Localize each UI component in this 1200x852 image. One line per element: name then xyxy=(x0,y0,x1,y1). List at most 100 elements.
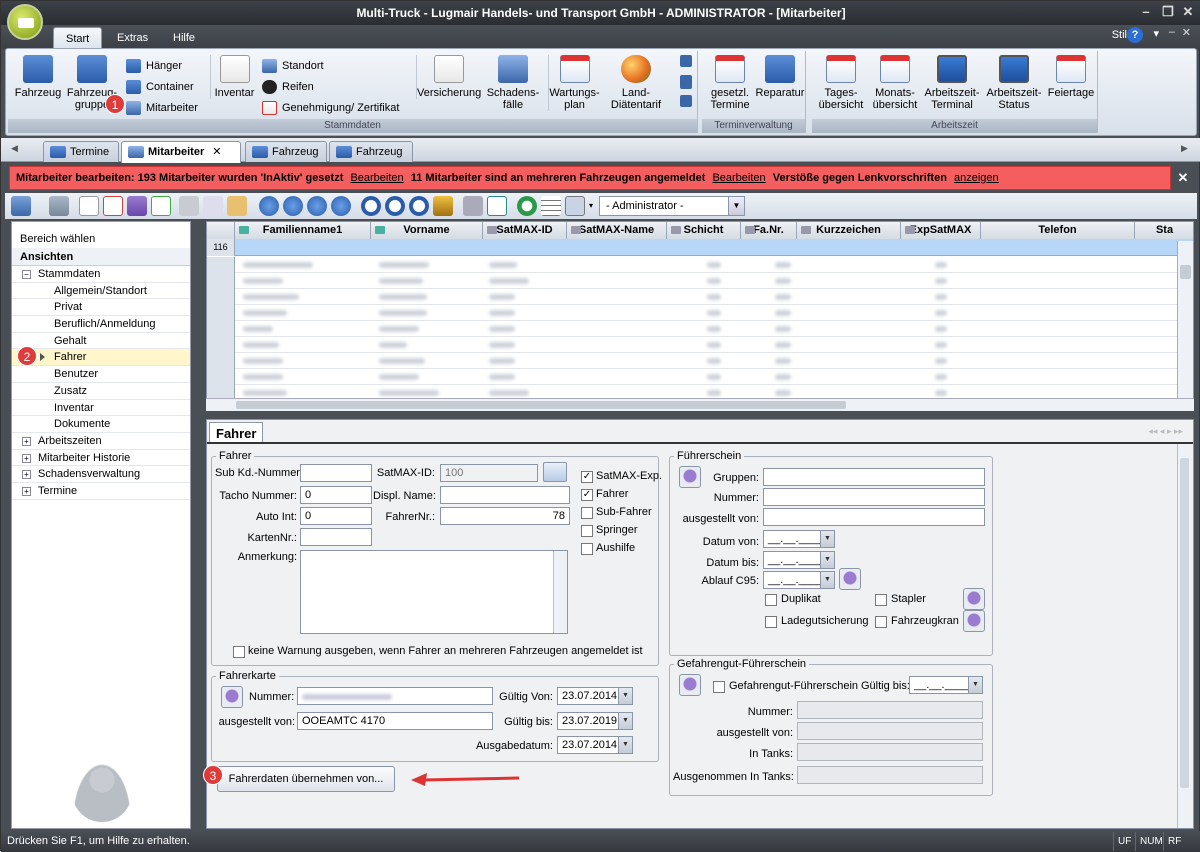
table-row[interactable] xyxy=(207,289,1193,305)
zoom-in-icon[interactable] xyxy=(361,196,381,216)
filter-icon[interactable] xyxy=(433,196,453,216)
help-icon[interactable]: ? xyxy=(1127,27,1143,43)
ausgabedatum-field[interactable]: 23.07.2014 ▼ xyxy=(557,736,633,754)
karte-nummer-field[interactable] xyxy=(297,687,493,705)
col-schicht[interactable]: Schicht xyxy=(667,222,741,239)
tacho-nummer-field[interactable]: 0 xyxy=(300,486,372,504)
table-row[interactable] xyxy=(207,305,1193,321)
chevron-down-icon[interactable]: ▼ xyxy=(820,572,834,588)
tagesuebersicht-button[interactable]: Tages-übersicht xyxy=(816,55,866,111)
zoom-out-icon[interactable] xyxy=(385,196,405,216)
grid-vertical-scrollbar[interactable] xyxy=(1177,241,1193,399)
filter-row[interactable]: 116 xyxy=(207,239,1193,256)
sub-fahrer-checkbox[interactable] xyxy=(581,507,593,519)
doctab-fahrzeug-1[interactable]: Fahrzeug xyxy=(245,141,327,162)
mitarbeiter-button[interactable]: Mitarbeiter xyxy=(126,99,198,117)
search-icon[interactable] xyxy=(409,196,429,216)
arbeitszeit-terminal-button[interactable]: Arbeitszeit-Terminal xyxy=(922,55,982,111)
mobile-icon[interactable] xyxy=(680,75,692,89)
tree-zusatz[interactable]: Zusatz xyxy=(12,383,190,400)
fahrerdaten-uebernehmen-button[interactable]: Fahrerdaten übernehmen von... xyxy=(217,766,395,792)
gefahrengut-gueltig-bis-field[interactable]: __.__.____ ▼ xyxy=(909,676,983,694)
grid-horizontal-scrollbar[interactable] xyxy=(206,398,1194,411)
tree-mitarbeiter-historie[interactable]: + Mitarbeiter Historie xyxy=(12,450,190,467)
tree-dokumente[interactable]: Dokumente xyxy=(12,416,190,433)
doctab-termine[interactable]: Termine xyxy=(43,141,119,162)
col-telefon[interactable]: Telefon xyxy=(981,222,1135,239)
tabs-scroll-left-icon[interactable]: ◀ xyxy=(11,143,18,154)
layout-dropdown-icon[interactable]: ▾ xyxy=(589,201,593,210)
anmerkung-textarea[interactable] xyxy=(300,550,568,634)
table-row[interactable] xyxy=(207,337,1193,353)
edit-satmax-icon[interactable] xyxy=(543,462,567,482)
arbeitszeit-status-button[interactable]: Arbeitszeit-Status xyxy=(984,55,1044,111)
wartungsplan-button[interactable]: Wartungs-plan xyxy=(548,55,600,111)
c95-schedule-icon[interactable] xyxy=(839,568,861,590)
help-dropdown-icon[interactable]: ▾ xyxy=(1153,27,1159,40)
tree-inventar[interactable]: Inventar xyxy=(12,400,190,417)
expand-icon[interactable]: + xyxy=(22,486,31,496)
style-menu[interactable]: Stil xyxy=(1112,29,1127,41)
inventar-button[interactable]: Inventar xyxy=(210,55,256,99)
doctab-fahrzeug-2[interactable]: Fahrzeug xyxy=(329,141,413,162)
container-button[interactable]: Container xyxy=(126,78,194,96)
copy-icon[interactable] xyxy=(203,196,223,216)
springer-checkbox[interactable] xyxy=(581,525,593,537)
fahrzeugkran-checkbox[interactable] xyxy=(875,616,887,628)
panel-nav-icons[interactable]: ◂◂ ◂ ▸ ▸▸ xyxy=(1148,426,1183,437)
datum-von-field[interactable]: __.__.____ ▼ xyxy=(763,530,835,548)
tree-stammdaten[interactable]: − Stammdaten xyxy=(12,266,190,283)
tree-privat[interactable]: Privat xyxy=(12,299,190,317)
versicherung-button[interactable]: Versicherung xyxy=(416,55,481,99)
gruppen-field[interactable] xyxy=(763,468,985,486)
monatsuebersicht-button[interactable]: Monats-übersicht xyxy=(870,55,920,111)
scroll-thumb[interactable] xyxy=(1180,458,1189,788)
displ-name-field[interactable] xyxy=(440,486,570,504)
app-logo-icon[interactable] xyxy=(7,4,43,40)
no-warning-checkbox[interactable] xyxy=(233,646,245,658)
gg-nummer-field[interactable] xyxy=(797,701,983,719)
tree-allgemein-standort[interactable]: Allgemein/Standort xyxy=(12,283,190,300)
standort-button[interactable]: Standort xyxy=(262,57,324,75)
user-select[interactable]: - Administrator - ▼ xyxy=(599,196,745,216)
reifen-button[interactable]: Reifen xyxy=(262,78,314,96)
col-satmax-id[interactable]: SatMAX-ID xyxy=(483,222,567,239)
ribbon-minimize-icon[interactable]: – xyxy=(1169,26,1175,38)
table-row[interactable] xyxy=(207,257,1193,273)
fs-ausgestellt-field[interactable] xyxy=(763,508,985,526)
tab-extras[interactable]: Extras xyxy=(105,27,160,49)
save-icon[interactable] xyxy=(127,196,147,216)
kartennr-field[interactable] xyxy=(300,528,372,546)
next-record-icon[interactable] xyxy=(307,196,327,216)
table-row[interactable] xyxy=(207,369,1193,385)
chevron-down-icon[interactable]: ▼ xyxy=(968,677,982,693)
sub-kd-nummer-field[interactable] xyxy=(300,464,372,482)
reparatur-button[interactable]: Reparatur xyxy=(754,55,806,99)
kran-schedule-icon[interactable] xyxy=(963,610,985,632)
chevron-down-icon[interactable]: ▼ xyxy=(618,713,632,729)
scroll-thumb[interactable] xyxy=(236,401,846,409)
doctab-mitarbeiter[interactable]: Mitarbeiter ✕ xyxy=(121,141,241,163)
fahrernr-field[interactable]: 78 xyxy=(440,507,570,525)
fs-nummer-field[interactable] xyxy=(763,488,985,506)
grid-view-icon[interactable] xyxy=(541,196,561,216)
table-row[interactable] xyxy=(207,353,1193,369)
form-icon[interactable] xyxy=(487,196,507,216)
col-familienname1[interactable]: Familienname1 xyxy=(235,222,371,239)
hazmat-license-icon[interactable] xyxy=(679,674,701,696)
first-record-icon[interactable] xyxy=(259,196,279,216)
karte-ausgestellt-field[interactable]: OOEAMTC 4170 xyxy=(297,712,493,730)
chevron-down-icon[interactable]: ▼ xyxy=(820,531,834,547)
land-diaetentarif-button[interactable]: Land-Diätentarif xyxy=(604,55,668,111)
restore-icon[interactable]: ❐ xyxy=(1159,3,1177,21)
ladegutsicherung-checkbox[interactable] xyxy=(765,616,777,628)
col-fa-nr[interactable]: Fa.Nr. xyxy=(741,222,797,239)
tree-fahrer[interactable]: Fahrer xyxy=(12,349,190,367)
previous-record-icon[interactable] xyxy=(283,196,303,216)
in-tanks-field[interactable] xyxy=(797,743,983,761)
panel-scrollbar[interactable] xyxy=(1177,444,1191,828)
table-row[interactable] xyxy=(207,321,1193,337)
gueltig-von-field[interactable]: 23.07.2014 ▼ xyxy=(557,687,633,705)
save-new-icon[interactable] xyxy=(151,196,171,216)
expand-icon[interactable]: + xyxy=(22,453,31,463)
